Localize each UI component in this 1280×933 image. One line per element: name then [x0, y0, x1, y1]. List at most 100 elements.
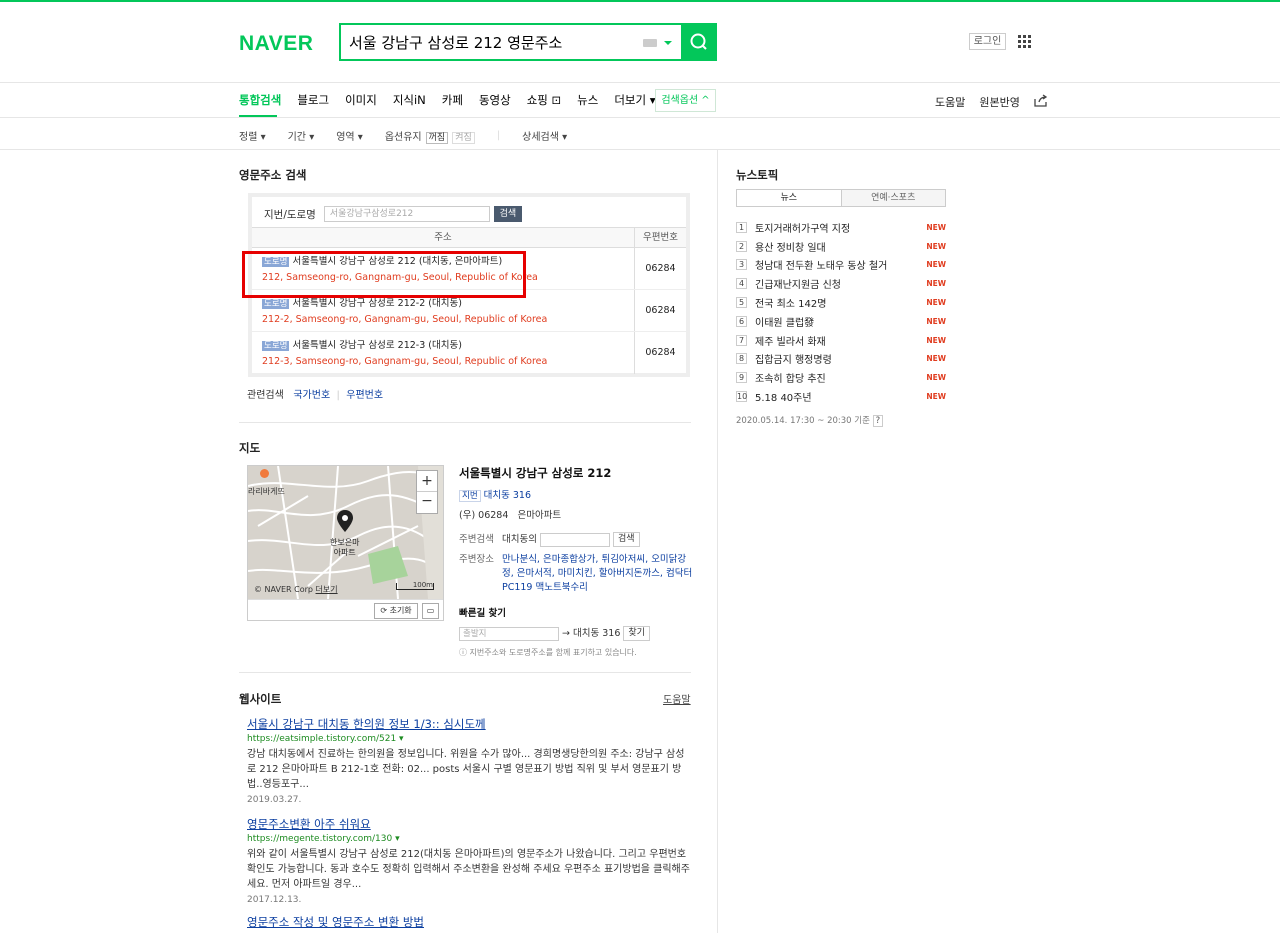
zip-cell: 06284	[645, 347, 676, 358]
zoom-out-button[interactable]: −	[417, 492, 437, 513]
col-zip: 우편번호	[643, 232, 678, 243]
nearby-search-button[interactable]: 검색	[613, 532, 640, 547]
tab-image[interactable]: 이미지	[345, 92, 377, 108]
map-view[interactable]: 라리바게뜨 한보은마 아파트 + − © NAVER Corp 더보기 100m…	[247, 465, 444, 621]
tab-news[interactable]: 뉴스	[577, 92, 598, 108]
news-item[interactable]: 9 조속히 합당 추진 NEW	[736, 368, 946, 387]
tab-more[interactable]: 더보기 ▾	[614, 92, 655, 108]
web-result-title[interactable]: 영문주소 작성 및 영문주소 변환 방법	[247, 914, 692, 930]
poi-marker-icon[interactable]	[260, 469, 269, 478]
news-text[interactable]: 토지거래허가구역 지정	[755, 220, 926, 235]
news-item[interactable]: 1 토지거래허가구역 지정 NEW	[736, 218, 946, 237]
web-result-title[interactable]: 서울시 강남구 대치동 한의원 정보 1/3:: 심시도께	[247, 716, 692, 732]
naver-logo[interactable]: NAVER	[239, 32, 313, 56]
news-text[interactable]: 전국 최소 142명	[755, 295, 926, 310]
share-icon[interactable]	[1034, 94, 1048, 107]
zoom-in-button[interactable]: +	[417, 471, 437, 492]
nearby-search-input[interactable]	[539, 532, 610, 547]
tab-integrated[interactable]: 통합검색	[239, 92, 281, 108]
related-link-zipcode[interactable]: 우편번호	[346, 390, 383, 401]
related-link-country-code[interactable]: 국가번호	[293, 390, 330, 401]
web-result: 서울시 강남구 대치동 한의원 정보 1/3:: 심시도께 https://ea…	[247, 716, 692, 805]
sort-filter[interactable]: 정렬 ▾	[239, 128, 266, 143]
news-item[interactable]: 8 집합금지 행정명령 NEW	[736, 350, 946, 369]
news-text[interactable]: 조속히 합당 추진	[755, 370, 926, 385]
option-on-toggle[interactable]: 켜짐	[452, 132, 475, 144]
jibun-link[interactable]: 대치동 316	[484, 490, 531, 501]
original-link[interactable]: 원본반영	[979, 94, 1019, 110]
autocomplete-toggle-icon[interactable]	[664, 41, 672, 45]
poi-label-apartment: 한보은마 아파트	[330, 538, 360, 557]
col-address: 주소	[252, 228, 635, 247]
news-text[interactable]: 긴급재난지원금 신청	[755, 276, 926, 291]
new-badge: NEW	[926, 279, 946, 289]
related-search: 관련검색 국가번호 | 우편번호	[247, 390, 384, 401]
news-rank: 8	[736, 353, 747, 365]
news-text[interactable]: 용산 정비창 일대	[755, 239, 926, 254]
new-badge: NEW	[926, 298, 946, 308]
news-text[interactable]: 이태원 클럽發	[755, 314, 926, 329]
web-result-url[interactable]: https://megente.tistory.com/130 ▾	[247, 834, 692, 844]
option-off-toggle[interactable]: 꺼짐	[425, 132, 449, 144]
jibun-line: 지번 대치동 316	[459, 487, 694, 502]
address-input[interactable]: 서울강남구삼성로212	[323, 206, 490, 222]
search-icon	[690, 33, 707, 50]
keyboard-icon[interactable]	[643, 39, 657, 47]
address-search-button[interactable]: 검색	[493, 206, 522, 222]
web-result-url[interactable]: https://eatsimple.tistory.com/521 ▾	[247, 734, 692, 744]
search-options-button[interactable]: 검색옵션 ^	[655, 89, 716, 112]
location-pin-icon[interactable]	[337, 510, 353, 532]
web-result-title[interactable]: 영문주소변환 아주 쉬워요	[247, 816, 692, 832]
map-more-link[interactable]: 더보기	[316, 585, 338, 594]
address-table: 주소 우편번호 도로명 서울특별시 강남구 삼성로 212 (대치동, 은마아파트)…	[252, 227, 686, 374]
news-item[interactable]: 4 긴급재난지원금 신청 NEW	[736, 274, 946, 293]
news-item[interactable]: 6 이태원 클럽發 NEW	[736, 312, 946, 331]
news-item[interactable]: 10 5.18 40주년 NEW	[736, 387, 946, 406]
search-button[interactable]	[681, 23, 717, 61]
english-address: 212-2, Samseong-ro, Gangnam-gu, Seoul, R…	[262, 314, 548, 325]
column-divider	[717, 150, 718, 933]
nearby-places-links[interactable]: 만나분식, 은마종합상가, 튀김아저씨, 오미닭강정, 은마서적, 마미치킨, …	[502, 553, 694, 595]
tab-video[interactable]: 동영상	[479, 92, 511, 108]
section-title-web: 웹사이트	[239, 692, 282, 706]
route-title: 빠른길 찾기	[459, 608, 507, 619]
news-item[interactable]: 2 용산 정비창 일대 NEW	[736, 237, 946, 256]
map-print-icon[interactable]: ▭	[422, 603, 439, 619]
tab-kin[interactable]: 지식iN	[393, 92, 426, 108]
tab-news-topic[interactable]: 뉴스	[737, 190, 842, 206]
route-find-button[interactable]: 찾기	[623, 626, 650, 641]
news-text[interactable]: 제주 빌라서 화재	[755, 333, 926, 348]
search-input[interactable]	[349, 31, 629, 53]
period-filter[interactable]: 기간 ▾	[288, 128, 315, 143]
news-item[interactable]: 5 전국 최소 142명 NEW	[736, 293, 946, 312]
zoom-control: + −	[416, 470, 438, 514]
detail-search[interactable]: 상세검색 ▾	[522, 128, 567, 143]
news-text[interactable]: 5.18 40주년	[755, 389, 926, 404]
area-filter[interactable]: 영역 ▾	[336, 128, 363, 143]
news-item[interactable]: 3 청남대 전두환 노태우 동상 철거 NEW	[736, 256, 946, 275]
news-text[interactable]: 청남대 전두환 노태우 동상 철거	[755, 257, 926, 272]
help-link[interactable]: 도움말	[935, 94, 965, 110]
news-footer: 2020.05.14. 17:30 ~ 20:30 기준 ?	[736, 414, 884, 427]
tab-shopping[interactable]: 쇼핑 ⊡	[527, 92, 561, 108]
table-row: 도로명 서울특별시 강남구 삼성로 212-3 (대치동) 212-3, Samse…	[252, 332, 686, 374]
tab-entertainment-sports[interactable]: 연예·스포츠	[841, 190, 945, 206]
news-item[interactable]: 7 제주 빌라서 화재 NEW	[736, 331, 946, 350]
route-from-input[interactable]: 출발지	[459, 626, 559, 641]
tab-blog[interactable]: 블로그	[297, 92, 329, 108]
new-badge: NEW	[926, 260, 946, 270]
news-rank: 5	[736, 297, 747, 309]
apps-grid-icon[interactable]	[1018, 35, 1031, 48]
login-button[interactable]: 로그인	[969, 33, 1006, 50]
tab-cafe[interactable]: 카페	[442, 92, 463, 108]
web-result-date: 2017.12.13.	[247, 895, 302, 905]
map-scale: 100m	[396, 582, 434, 590]
address-cell: 도로명 서울특별시 강남구 삼성로 212-3 (대치동) 212-3, Samse…	[252, 332, 635, 374]
building-name: 은마아파트	[517, 510, 562, 521]
web-help-link[interactable]: 도움말	[663, 691, 691, 706]
highlight-box	[242, 251, 526, 298]
help-icon[interactable]: ?	[872, 415, 884, 427]
map-reset-button[interactable]: ⟳ 초기화	[374, 603, 418, 619]
news-text[interactable]: 집합금지 행정명령	[755, 351, 926, 366]
news-rank: 3	[736, 259, 747, 271]
